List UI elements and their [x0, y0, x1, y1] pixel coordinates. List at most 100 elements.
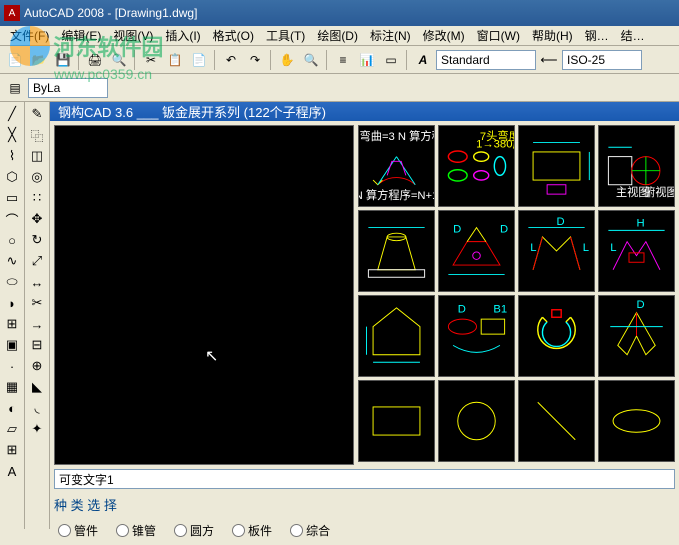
menu-format[interactable]: 格式(O) [207, 27, 260, 44]
radio-plate[interactable]: 板件 [232, 522, 272, 539]
svg-text:斜切弯头 弯曲=3 N 算方程序=N+1: 斜切弯头 弯曲=3 N 算方程序=N+1 [359, 129, 434, 143]
thumb-3[interactable] [518, 125, 595, 207]
thumb-14[interactable] [438, 380, 515, 462]
rotate-icon[interactable]: ↻ [27, 230, 47, 250]
properties-icon[interactable]: 📊 [356, 49, 378, 71]
open-icon[interactable]: 📂 [28, 49, 50, 71]
ellipse-arc-icon[interactable]: ◗ [2, 293, 22, 313]
menu-modify[interactable]: 修改(M) [417, 27, 471, 44]
menu-draw[interactable]: 绘图(D) [311, 27, 364, 44]
menu-struct[interactable]: 结… [615, 27, 651, 44]
stretch-icon[interactable]: ↔ [27, 272, 47, 292]
draw-toolbar: ╱ ╳ ⌇ ⬡ ▭ ⌒ ○ ∿ ⬭ ◗ ⊞ ▣ · ▦ ◐ ▱ ⊞ A [0, 102, 25, 529]
xline-icon[interactable]: ╳ [2, 125, 22, 145]
offset-icon[interactable]: ◎ [27, 167, 47, 187]
layers-icon[interactable]: ≡ [332, 49, 354, 71]
join-icon[interactable]: ⊕ [27, 356, 47, 376]
radio-round-square[interactable]: 圆方 [174, 522, 214, 539]
menu-view[interactable]: 视图(V) [107, 27, 159, 44]
make-block-icon[interactable]: ▣ [2, 335, 22, 355]
table-icon[interactable]: ⊞ [2, 440, 22, 460]
menu-edit[interactable]: 编辑(E) [55, 27, 107, 44]
erase-icon[interactable]: ✎ [27, 104, 47, 124]
thumb-16[interactable] [598, 380, 675, 462]
category-radios: 管件 锥管 圆方 板件 综合 [54, 520, 675, 541]
separator [406, 50, 408, 70]
gradient-icon[interactable]: ◐ [2, 398, 22, 418]
pan-icon[interactable]: ✋ [276, 49, 298, 71]
menu-steel[interactable]: 钢… [579, 27, 615, 44]
variable-text-input[interactable] [54, 469, 675, 489]
mtext-icon[interactable]: A [2, 461, 22, 481]
print-icon[interactable]: 🖨 [84, 49, 106, 71]
hatch-icon[interactable]: ▦ [2, 377, 22, 397]
chamfer-icon[interactable]: ◣ [27, 377, 47, 397]
copy-icon[interactable]: 📋 [164, 49, 186, 71]
cut-icon[interactable]: ✂ [140, 49, 162, 71]
zoom-icon[interactable]: 🔍 [300, 49, 322, 71]
point-icon[interactable]: · [2, 356, 22, 376]
explode-icon[interactable]: ✦ [27, 419, 47, 439]
radio-misc[interactable]: 综合 [290, 522, 330, 539]
thumb-2[interactable]: 7头弯度1→380度 [438, 125, 515, 207]
trim-icon[interactable]: ✂ [27, 293, 47, 313]
thumb-12[interactable]: D [598, 295, 675, 377]
scale-icon[interactable]: ⤢ [27, 251, 47, 271]
thumb-4[interactable]: 主视图俯视图 [598, 125, 675, 207]
thumb-10[interactable]: DB1 [438, 295, 515, 377]
layer-manager-icon[interactable]: ▤ [4, 77, 26, 99]
polygon-icon[interactable]: ⬡ [2, 167, 22, 187]
copy-obj-icon[interactable]: ⿻ [27, 125, 47, 145]
spline-icon[interactable]: ∿ [2, 251, 22, 271]
insert-block-icon[interactable]: ⊞ [2, 314, 22, 334]
menu-tools[interactable]: 工具(T) [260, 27, 311, 44]
text-style-icon[interactable]: A [412, 49, 434, 71]
rect-icon[interactable]: ▭ [2, 188, 22, 208]
menu-window[interactable]: 窗口(W) [471, 27, 526, 44]
paste-icon[interactable]: 📄 [188, 49, 210, 71]
fillet-icon[interactable]: ◟ [27, 398, 47, 418]
thumb-1[interactable]: 斜切弯头 弯曲=3 N 算方程序=N+1N 算方程序=N+1 [358, 125, 435, 207]
main-preview[interactable]: ↖ [54, 125, 354, 465]
thumb-13[interactable] [358, 380, 435, 462]
undo-icon[interactable]: ↶ [220, 49, 242, 71]
line-icon[interactable]: ╱ [2, 104, 22, 124]
circle-icon[interactable]: ○ [2, 230, 22, 250]
pline-icon[interactable]: ⌇ [2, 146, 22, 166]
thumb-9[interactable] [358, 295, 435, 377]
preview-icon[interactable]: 🔍 [108, 49, 130, 71]
redo-icon[interactable]: ↷ [244, 49, 266, 71]
style-combo[interactable]: Standard [436, 50, 536, 70]
thumb-6[interactable]: DD [438, 210, 515, 292]
extend-icon[interactable]: → [27, 314, 47, 334]
thumb-5[interactable] [358, 210, 435, 292]
arc-icon[interactable]: ⌒ [2, 209, 22, 229]
new-icon[interactable]: 📄 [4, 49, 26, 71]
separator [270, 50, 272, 70]
separator [214, 50, 216, 70]
thumb-7[interactable]: LLD [518, 210, 595, 292]
dim-style-icon[interactable]: ⟵ [538, 49, 560, 71]
svg-text:D: D [500, 223, 508, 235]
radio-cone[interactable]: 锥管 [116, 522, 156, 539]
menu-insert[interactable]: 插入(I) [159, 27, 206, 44]
radio-pipe[interactable]: 管件 [58, 522, 98, 539]
menu-help[interactable]: 帮助(H) [526, 27, 579, 44]
region-icon[interactable]: ▱ [2, 419, 22, 439]
svg-text:俯视图: 俯视图 [644, 185, 674, 199]
mirror-icon[interactable]: ◫ [27, 146, 47, 166]
svg-text:D: D [637, 299, 645, 311]
block-icon[interactable]: ▭ [380, 49, 402, 71]
menu-file[interactable]: 文件(F) [4, 27, 55, 44]
ellipse-icon[interactable]: ⬭ [2, 272, 22, 292]
thumb-8[interactable]: LH [598, 210, 675, 292]
thumb-11[interactable] [518, 295, 595, 377]
thumb-15[interactable] [518, 380, 595, 462]
move-icon[interactable]: ✥ [27, 209, 47, 229]
menu-annotate[interactable]: 标注(N) [364, 27, 417, 44]
break-icon[interactable]: ⊟ [27, 335, 47, 355]
array-icon[interactable]: ∷ [27, 188, 47, 208]
save-icon[interactable]: 💾 [52, 49, 74, 71]
layer-combo[interactable]: ByLa [28, 78, 108, 98]
iso-combo[interactable]: ISO-25 [562, 50, 642, 70]
